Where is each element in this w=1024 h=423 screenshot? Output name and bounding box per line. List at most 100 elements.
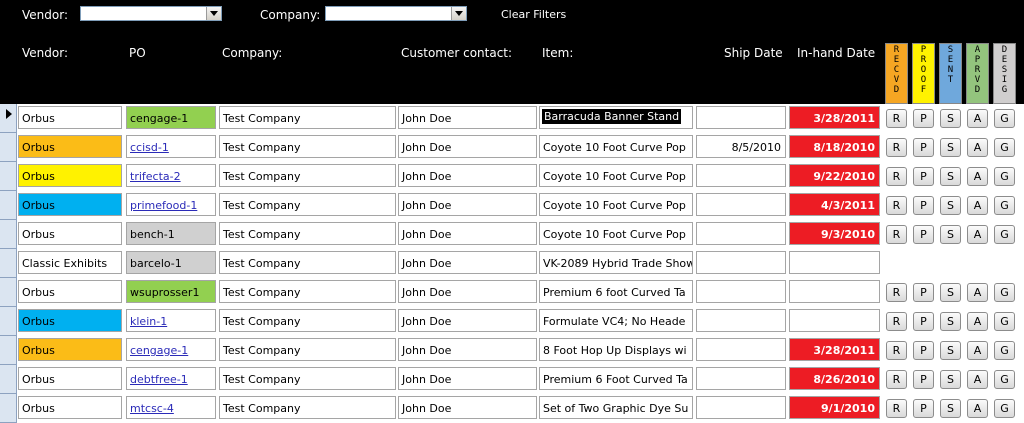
record-selector[interactable]	[0, 336, 17, 365]
table-row[interactable]: Orbus bench-1 Test Company John Doe Coyote 1…	[0, 220, 1024, 249]
table-row[interactable]: Orbus ccisd-1 Test Company John Doe Coyote 1…	[0, 133, 1024, 162]
ship-date-cell[interactable]	[696, 164, 786, 187]
status-button-recvd[interactable]: R	[886, 312, 907, 331]
status-button-sent[interactable]: S	[940, 167, 961, 186]
ship-date-cell[interactable]	[696, 396, 786, 419]
status-button-aprvd[interactable]: A	[967, 138, 988, 157]
item-cell[interactable]: Coyote 10 Foot Curve Pop	[539, 164, 693, 187]
chevron-down-icon[interactable]	[451, 7, 466, 20]
status-button-desig[interactable]: G	[994, 167, 1015, 186]
table-row[interactable]: Orbus primefood-1 Test Company John Doe Coyo…	[0, 191, 1024, 220]
po-cell[interactable]: bench-1	[126, 222, 216, 245]
status-button-aprvd[interactable]: A	[967, 370, 988, 389]
ship-date-cell[interactable]	[696, 309, 786, 332]
inhand-date-cell[interactable]	[789, 251, 880, 274]
item-cell[interactable]: Premium 6 foot Curved Ta	[539, 280, 693, 303]
po-cell[interactable]: barcelo-1	[126, 251, 216, 274]
item-cell[interactable]: Coyote 10 Foot Curve Pop	[539, 222, 693, 245]
table-row[interactable]: Orbus debtfree-1 Test Company John Doe Premi…	[0, 365, 1024, 394]
company-cell[interactable]: Test Company	[219, 396, 396, 419]
contact-cell[interactable]: John Doe	[398, 193, 537, 216]
table-row[interactable]: Orbus wsuprosser1 Test Company John Doe Prem…	[0, 278, 1024, 307]
status-button-aprvd[interactable]: A	[967, 196, 988, 215]
status-button-aprvd[interactable]: A	[967, 341, 988, 360]
company-cell[interactable]: Test Company	[219, 309, 396, 332]
status-button-aprvd[interactable]: A	[967, 283, 988, 302]
item-cell[interactable]: Coyote 10 Foot Curve Pop	[539, 193, 693, 216]
vendor-cell[interactable]: Classic Exhibits	[18, 251, 122, 274]
record-selector[interactable]	[0, 365, 17, 394]
inhand-date-cell[interactable]: 3/28/2011	[789, 106, 880, 129]
vendor-cell[interactable]: Orbus	[18, 135, 122, 158]
company-cell[interactable]: Test Company	[219, 280, 396, 303]
status-button-recvd[interactable]: R	[886, 225, 907, 244]
inhand-date-cell[interactable]: 9/22/2010	[789, 164, 880, 187]
po-link[interactable]: klein-1	[126, 309, 216, 332]
status-button-desig[interactable]: G	[994, 341, 1015, 360]
status-button-recvd[interactable]: R	[886, 341, 907, 360]
po-link[interactable]: mtcsc-4	[126, 396, 216, 419]
status-button-proof[interactable]: P	[913, 283, 934, 302]
record-selector[interactable]	[0, 162, 17, 191]
ship-date-cell[interactable]	[696, 367, 786, 390]
inhand-date-cell[interactable]: 4/3/2011	[789, 193, 880, 216]
item-cell[interactable]: Set of Two Graphic Dye Su	[539, 396, 693, 419]
status-button-proof[interactable]: P	[913, 109, 934, 128]
status-button-proof[interactable]: P	[913, 138, 934, 157]
po-link[interactable]: debtfree-1	[126, 367, 216, 390]
contact-cell[interactable]: John Doe	[398, 106, 537, 129]
status-button-aprvd[interactable]: A	[967, 167, 988, 186]
status-button-desig[interactable]: G	[994, 196, 1015, 215]
status-button-sent[interactable]: S	[940, 109, 961, 128]
status-button-sent[interactable]: S	[940, 225, 961, 244]
inhand-date-cell[interactable]: 9/3/2010	[789, 222, 880, 245]
company-cell[interactable]: Test Company	[219, 193, 396, 216]
status-button-proof[interactable]: P	[913, 225, 934, 244]
status-button-aprvd[interactable]: A	[967, 399, 988, 418]
company-cell[interactable]: Test Company	[219, 251, 396, 274]
status-button-aprvd[interactable]: A	[967, 312, 988, 331]
status-button-sent[interactable]: S	[940, 283, 961, 302]
record-selector[interactable]	[0, 307, 17, 336]
status-button-aprvd[interactable]: A	[967, 109, 988, 128]
contact-cell[interactable]: John Doe	[398, 135, 537, 158]
inhand-date-cell[interactable]: 9/1/2010	[789, 396, 880, 419]
contact-cell[interactable]: John Doe	[398, 309, 537, 332]
status-button-desig[interactable]: G	[994, 138, 1015, 157]
po-link[interactable]: trifecta-2	[126, 164, 216, 187]
status-button-recvd[interactable]: R	[886, 138, 907, 157]
item-cell[interactable]: Barracuda Banner Stand	[539, 106, 693, 129]
status-button-proof[interactable]: P	[913, 167, 934, 186]
ship-date-cell[interactable]	[696, 222, 786, 245]
clear-filters-button[interactable]: Clear Filters	[501, 8, 566, 21]
item-cell[interactable]: 8 Foot Hop Up Displays wi	[539, 338, 693, 361]
status-button-proof[interactable]: P	[913, 341, 934, 360]
status-button-desig[interactable]: G	[994, 370, 1015, 389]
record-selector[interactable]	[0, 220, 17, 249]
company-cell[interactable]: Test Company	[219, 338, 396, 361]
contact-cell[interactable]: John Doe	[398, 367, 537, 390]
vendor-cell[interactable]: Orbus	[18, 280, 122, 303]
contact-cell[interactable]: John Doe	[398, 280, 537, 303]
table-row[interactable]: Orbus trifecta-2 Test Company John Doe Coyot…	[0, 162, 1024, 191]
status-button-proof[interactable]: P	[913, 370, 934, 389]
company-cell[interactable]: Test Company	[219, 367, 396, 390]
vendor-cell[interactable]: Orbus	[18, 222, 122, 245]
vendor-cell[interactable]: Orbus	[18, 367, 122, 390]
contact-cell[interactable]: John Doe	[398, 251, 537, 274]
company-filter-combo[interactable]	[325, 6, 467, 21]
table-row[interactable]: Orbus cengage-1 Test Company John Doe Barrac…	[0, 104, 1024, 133]
vendor-cell[interactable]: Orbus	[18, 338, 122, 361]
table-row[interactable]: Orbus klein-1 Test Company John Doe Formulat…	[0, 307, 1024, 336]
company-cell[interactable]: Test Company	[219, 222, 396, 245]
ship-date-cell[interactable]	[696, 193, 786, 216]
item-cell[interactable]: VK-2089 Hybrid Trade Show	[539, 251, 693, 274]
table-row[interactable]: Classic Exhibits barcelo-1 Test Company Joh…	[0, 249, 1024, 278]
chevron-down-icon[interactable]	[206, 7, 221, 20]
status-button-proof[interactable]: P	[913, 196, 934, 215]
status-button-recvd[interactable]: R	[886, 109, 907, 128]
status-button-sent[interactable]: S	[940, 370, 961, 389]
status-button-desig[interactable]: G	[994, 312, 1015, 331]
status-button-aprvd[interactable]: A	[967, 225, 988, 244]
company-cell[interactable]: Test Company	[219, 106, 396, 129]
